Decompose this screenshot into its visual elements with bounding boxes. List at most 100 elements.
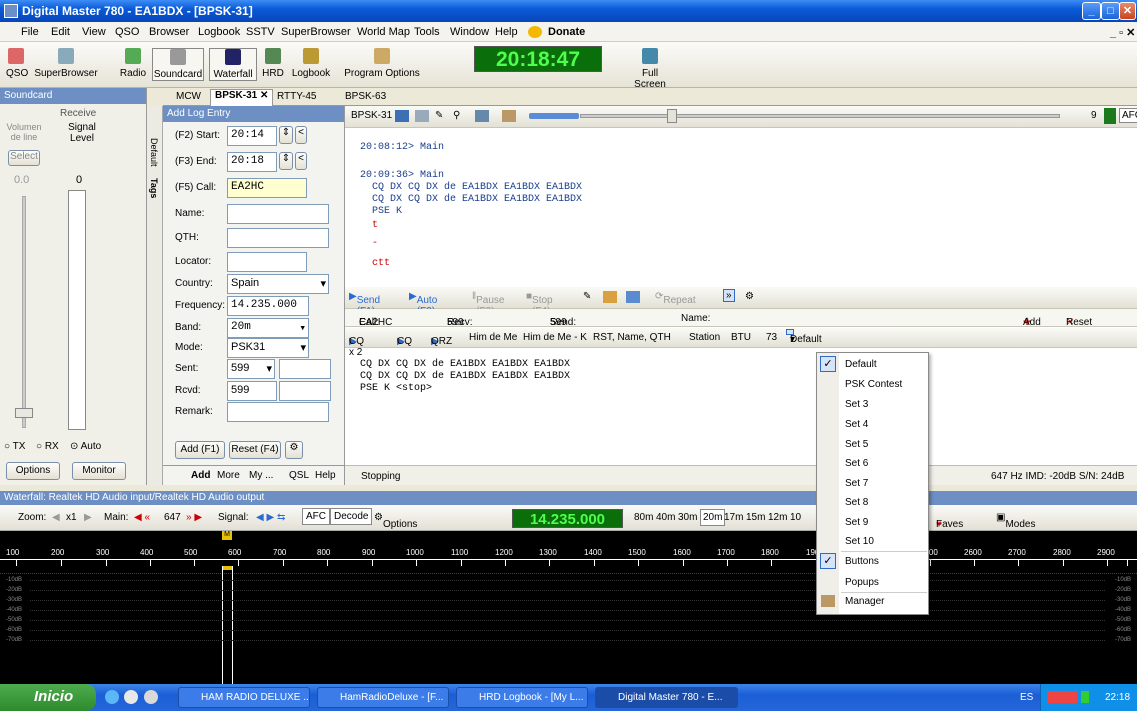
ie-icon[interactable] xyxy=(105,690,119,704)
task-hamradiodeluxe[interactable]: HamRadioDeluxe - [F... xyxy=(317,687,449,708)
quicklaunch-icon-2[interactable] xyxy=(144,690,158,704)
band-17m[interactable]: 17m xyxy=(724,512,743,523)
select-button[interactable]: Select xyxy=(8,150,40,166)
tab-bpsk31[interactable]: BPSK-31 ✕ xyxy=(210,89,274,106)
rx-radio[interactable]: ○ RX xyxy=(36,441,59,452)
tab-rtty45[interactable]: RTTY-45 xyxy=(277,91,316,102)
menu-donate[interactable]: Donate xyxy=(548,26,585,38)
quicklaunch-icon[interactable] xyxy=(124,690,138,704)
start-field[interactable]: 20:14 xyxy=(227,126,277,146)
menu-item-set-7[interactable]: Set 7 xyxy=(845,478,868,489)
band-80m[interactable]: 80m xyxy=(634,512,653,523)
afc-slider-thumb[interactable] xyxy=(667,109,677,123)
rx-mode-select[interactable]: BPSK-31 xyxy=(351,110,392,121)
search-icon[interactable]: ⚲ xyxy=(453,110,460,121)
superbrowser-button[interactable]: SuperBrowser xyxy=(33,48,99,79)
logbook-button[interactable]: Logbook xyxy=(288,48,334,79)
wf-options-button[interactable]: ⚙ Options xyxy=(374,512,417,530)
tab-more[interactable]: More xyxy=(217,470,240,481)
options-button[interactable]: Options xyxy=(6,462,60,480)
tab-qsl[interactable]: QSL xyxy=(289,470,309,481)
menu-item-psk-contest[interactable]: PSK Contest xyxy=(845,379,902,390)
menu-view[interactable]: View xyxy=(82,26,106,38)
expand-icon[interactable]: » xyxy=(723,289,735,302)
menu-item-set-6[interactable]: Set 6 xyxy=(845,458,868,469)
macro-him-de-me-k[interactable]: Him de Me - K xyxy=(523,332,587,343)
log-options-icon[interactable]: ⚙ xyxy=(285,441,303,459)
settings-icon[interactable] xyxy=(502,110,516,122)
country-select[interactable]: Spain ▾ xyxy=(227,274,329,294)
menu-item-manager[interactable]: Manager xyxy=(845,596,884,607)
tab-mcw[interactable]: MCW xyxy=(176,91,201,102)
menu-item-set-3[interactable]: Set 3 xyxy=(845,399,868,410)
qth-field[interactable] xyxy=(227,228,329,248)
send-row-value[interactable]: 599 xyxy=(550,317,567,328)
zoom-in-icon[interactable]: ▶ xyxy=(84,512,92,523)
start-spin-icon[interactable]: ⇕ xyxy=(279,126,293,144)
mdi-restore-icon[interactable]: _ ▫ ✕ xyxy=(1110,26,1135,39)
tx-line-3[interactable]: PSE K <stop> xyxy=(360,383,432,395)
decode-button[interactable]: Decode xyxy=(330,508,373,525)
macro-73[interactable]: 73 xyxy=(766,332,777,343)
main-left-icon[interactable]: ◀ « xyxy=(134,512,150,523)
send-button[interactable]: ▶ Send (F1) xyxy=(349,291,380,317)
language-indicator[interactable]: ES xyxy=(1020,692,1033,703)
soundcard-button[interactable]: Soundcard xyxy=(152,48,204,81)
layout-icon[interactable] xyxy=(475,110,489,122)
eraser-icon[interactable]: ✎ xyxy=(435,110,443,121)
band-20m[interactable]: 20m xyxy=(700,509,726,526)
tab-default[interactable]: Default xyxy=(149,138,159,167)
menu-help[interactable]: Help xyxy=(495,26,518,38)
tray-status-icon[interactable] xyxy=(1081,691,1089,703)
waterfall-spectrum[interactable]: -10dB -10dB -20dB -20dB -30dB -30dB -40dB -40dB… xyxy=(0,566,1137,684)
signal-nav-icon[interactable]: ◀ ▶ ⇆ xyxy=(256,512,285,523)
marker-flag[interactable]: M xyxy=(222,531,232,540)
end-now-button[interactable]: < xyxy=(295,152,307,170)
fullscreen-button[interactable]: Full Screen xyxy=(625,48,675,90)
tx-line-1[interactable]: CQ DX CQ DX de EA1BDX EA1BDX EA1BDX xyxy=(360,359,570,371)
monitor-button[interactable]: Monitor xyxy=(72,462,126,480)
tab-my[interactable]: My ... xyxy=(249,470,273,481)
maximize-button[interactable]: □ xyxy=(1101,2,1120,20)
qso-button[interactable]: QSO xyxy=(6,48,28,79)
task-ham-radio-deluxe[interactable]: HAM RADIO DELUXE ... xyxy=(178,687,310,708)
mode-select[interactable]: PSK31 ▾ xyxy=(227,338,309,358)
menu-item-set-4[interactable]: Set 4 xyxy=(845,419,868,430)
menu-item-default[interactable]: Default xyxy=(845,359,877,370)
save-icon[interactable] xyxy=(395,110,409,122)
macro-station[interactable]: Station xyxy=(689,332,720,343)
band-15m[interactable]: 15m xyxy=(746,512,765,523)
rcvd-extra-field[interactable] xyxy=(279,381,331,401)
reset-log-button[interactable]: Reset (F4) xyxy=(229,441,281,459)
menu-item-buttons[interactable]: Buttons xyxy=(845,556,879,567)
menu-item-set-5[interactable]: Set 5 xyxy=(845,439,868,450)
macro-icon[interactable] xyxy=(603,291,617,303)
volume-slider-thumb[interactable] xyxy=(15,408,33,418)
tab-add[interactable]: Add xyxy=(191,470,210,481)
tab-help[interactable]: Help xyxy=(315,470,336,481)
modes-button[interactable]: ▣ Modes xyxy=(996,512,1035,530)
remark-field[interactable] xyxy=(227,402,329,422)
menu-window[interactable]: Window xyxy=(450,26,489,38)
menu-browser[interactable]: Browser xyxy=(149,26,189,38)
tx-options-icon[interactable]: ⚙ xyxy=(745,291,754,302)
menu-item-set-9[interactable]: Set 9 xyxy=(845,517,868,528)
menu-tools[interactable]: Tools xyxy=(414,26,440,38)
end-field[interactable]: 20:18 xyxy=(227,152,277,172)
menu-logbook[interactable]: Logbook xyxy=(198,26,240,38)
rcvd-field[interactable]: 599 xyxy=(227,381,277,401)
macro-him-de-me[interactable]: Him de Me xyxy=(469,332,517,343)
menu-item-popups[interactable]: Popups xyxy=(845,577,879,588)
menu-superbrowser[interactable]: SuperBrowser xyxy=(281,26,351,38)
start-button[interactable]: Inicio xyxy=(0,684,96,711)
menu-file[interactable]: File xyxy=(21,26,39,38)
stop-button[interactable]: ■ Stop (F4) xyxy=(526,291,553,317)
volume-slider-track[interactable] xyxy=(22,196,26,428)
call-field[interactable]: EA2HC xyxy=(227,178,307,198)
tx-line-2[interactable]: CQ DX CQ DX de EA1BDX EA1BDX EA1BDX xyxy=(360,371,570,383)
menu-item-set-8[interactable]: Set 8 xyxy=(845,497,868,508)
auto-button[interactable]: ▶ Auto (F2) xyxy=(409,291,437,317)
band-40m[interactable]: 40m xyxy=(656,512,675,523)
zoom-out-icon[interactable]: ◀ xyxy=(52,512,60,523)
name-field[interactable] xyxy=(227,204,329,224)
